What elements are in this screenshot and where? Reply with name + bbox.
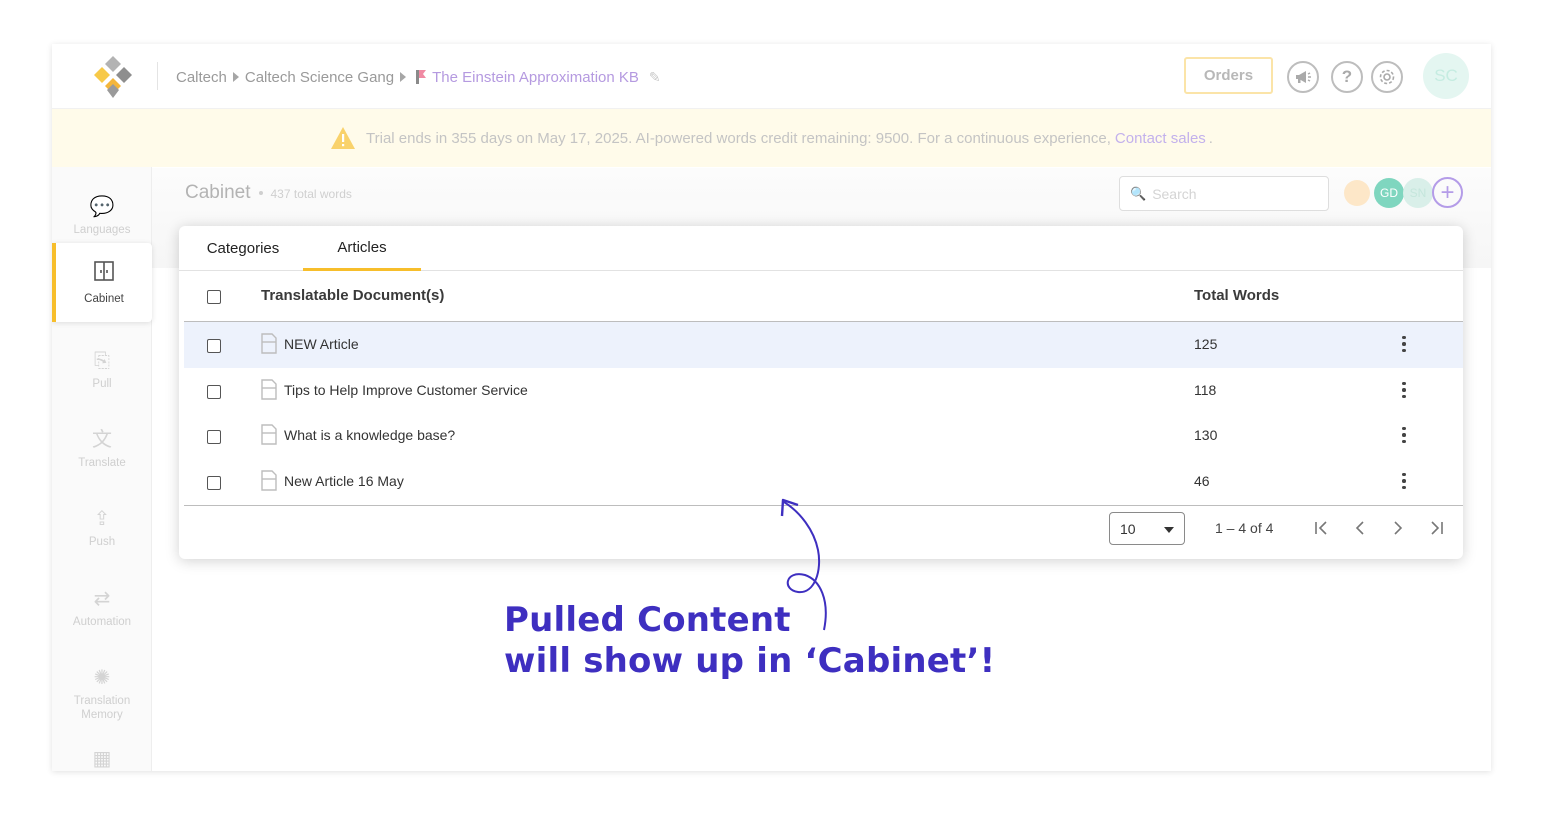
cabinet-icon [93,260,115,287]
brain-icon: ✺ [93,666,111,689]
pagination-range: 1 – 4 of 4 [1215,520,1274,536]
contact-sales-link[interactable]: Contact sales [1115,130,1206,147]
table-row[interactable]: What is a knowledge base? 130 [184,413,1463,459]
pull-icon: ⎘ [94,349,110,372]
push-icon: ⇪ [93,507,111,530]
breadcrumb: Caltech Caltech Science Gang The Einstei… [176,66,661,88]
article-word-count: 125 [1194,336,1218,352]
add-member-button[interactable]: + [1432,177,1463,208]
header-divider [157,62,158,90]
search-input[interactable]: 🔍 Search [1119,176,1329,211]
trial-banner-text: Trial ends in 355 days on May 17, 2025. … [366,129,1111,147]
document-icon [261,333,277,354]
tab-articles[interactable]: Articles [303,226,421,271]
first-page-icon[interactable] [1309,515,1335,541]
trial-banner: Trial ends in 355 days on May 17, 2025. … [52,109,1491,167]
search-placeholder: Search [1152,185,1197,202]
member-avatar[interactable] [1344,180,1370,206]
help-icon[interactable]: ? [1331,61,1363,93]
trial-banner-suffix: . [1208,129,1213,147]
member-avatar[interactable]: GD [1374,178,1404,208]
breadcrumb-org[interactable]: Caltech [176,69,227,86]
document-icon [261,379,277,400]
article-title[interactable]: NEW Article [284,336,359,352]
breadcrumb-separator-icon [400,72,407,82]
total-words-count: 437 total words [270,187,352,201]
article-word-count: 130 [1194,427,1218,443]
annotation-line-1: Pulled Content [504,600,791,640]
table-row[interactable]: NEW Article 125 [184,322,1463,368]
warning-icon [331,127,356,149]
sidebar-item-more[interactable]: ▦ [52,741,152,771]
sidebar-item-label: Pull [92,377,112,390]
article-title[interactable]: New Article 16 May [284,473,404,489]
translate-icon: 文 [92,428,112,451]
more-options-icon[interactable] [1398,422,1410,448]
article-title[interactable]: What is a knowledge base? [284,427,455,443]
languages-icon: 💬 [89,195,115,218]
orders-button[interactable]: Orders [1184,57,1273,94]
previous-page-icon[interactable] [1347,515,1373,541]
chevron-down-icon [1164,527,1174,533]
search-icon: 🔍 [1130,185,1147,201]
tab-categories[interactable]: Categories [181,226,305,271]
breadcrumb-kb[interactable]: The Einstein Approximation KB [432,69,639,86]
title-dot [258,191,263,195]
row-checkbox[interactable] [207,385,221,399]
top-header: Caltech Caltech Science Gang The Einstei… [52,44,1491,109]
column-header-document[interactable]: Translatable Document(s) [261,287,444,304]
calculator-icon: ▦ [92,747,112,770]
app-logo-icon[interactable] [90,54,136,100]
next-page-icon[interactable] [1385,515,1411,541]
column-header-total-words[interactable]: Total Words [1194,287,1279,304]
breadcrumb-separator-icon [232,72,239,82]
article-word-count: 118 [1194,382,1217,398]
announcements-icon[interactable] [1287,61,1319,93]
table-row[interactable]: Tips to Help Improve Customer Service 11… [184,368,1463,414]
edit-pencil-icon[interactable]: ✎ [649,69,661,86]
last-page-icon[interactable] [1423,515,1449,541]
table-header: Translatable Document(s) Total Words [184,272,1463,322]
document-icon [261,424,277,445]
content-header: Cabinet 437 total words [185,182,352,204]
page-size-select[interactable]: 10 [1109,512,1185,545]
breadcrumb-team[interactable]: Caltech Science Gang [245,69,394,86]
sidebar-item-label: Push [88,535,116,548]
automation-icon: ⇄ [93,587,111,610]
page-title: Cabinet [185,182,251,203]
sidebar: 💬 Languages Cabinet ⎘ Pull 文 Translate ⇪… [52,167,152,771]
row-checkbox[interactable] [207,476,221,490]
sidebar-item-label: Languages [73,223,131,236]
sidebar-item-label: Translate [78,456,126,469]
article-word-count: 46 [1194,473,1210,489]
member-avatar[interactable]: SN [1403,178,1433,208]
document-icon [261,470,277,491]
settings-gear-icon[interactable] [1371,61,1403,93]
annotation-callout: Pulled Content will show up in ‘Cabinet’… [504,600,995,682]
page-size-value: 10 [1120,520,1136,537]
sidebar-item-translate[interactable]: 文 Translate [52,410,152,488]
article-title[interactable]: Tips to Help Improve Customer Service [284,382,528,398]
sidebar-item-label: Translation Memory [73,694,131,721]
row-checkbox[interactable] [207,339,221,353]
tab-bar: Categories Articles [179,226,1463,271]
user-avatar[interactable]: SC [1423,53,1469,99]
annotation-line-2: will show up in ‘Cabinet’! [504,641,996,681]
row-checkbox[interactable] [207,430,221,444]
select-all-checkbox[interactable] [207,290,221,304]
sidebar-item-translation-memory[interactable]: ✺ Translation Memory [52,651,152,737]
sidebar-item-pull[interactable]: ⎘ Pull [52,331,152,409]
more-options-icon[interactable] [1398,331,1410,357]
more-options-icon[interactable] [1398,377,1410,403]
sidebar-item-automation[interactable]: ⇄ Automation [52,569,152,647]
sidebar-item-cabinet[interactable]: Cabinet [52,243,152,322]
kb-flag-icon [416,70,427,84]
more-options-icon[interactable] [1398,468,1410,494]
sidebar-item-push[interactable]: ⇪ Push [52,489,152,567]
sidebar-item-label: Automation [72,615,132,628]
sidebar-item-label: Cabinet [84,292,124,305]
